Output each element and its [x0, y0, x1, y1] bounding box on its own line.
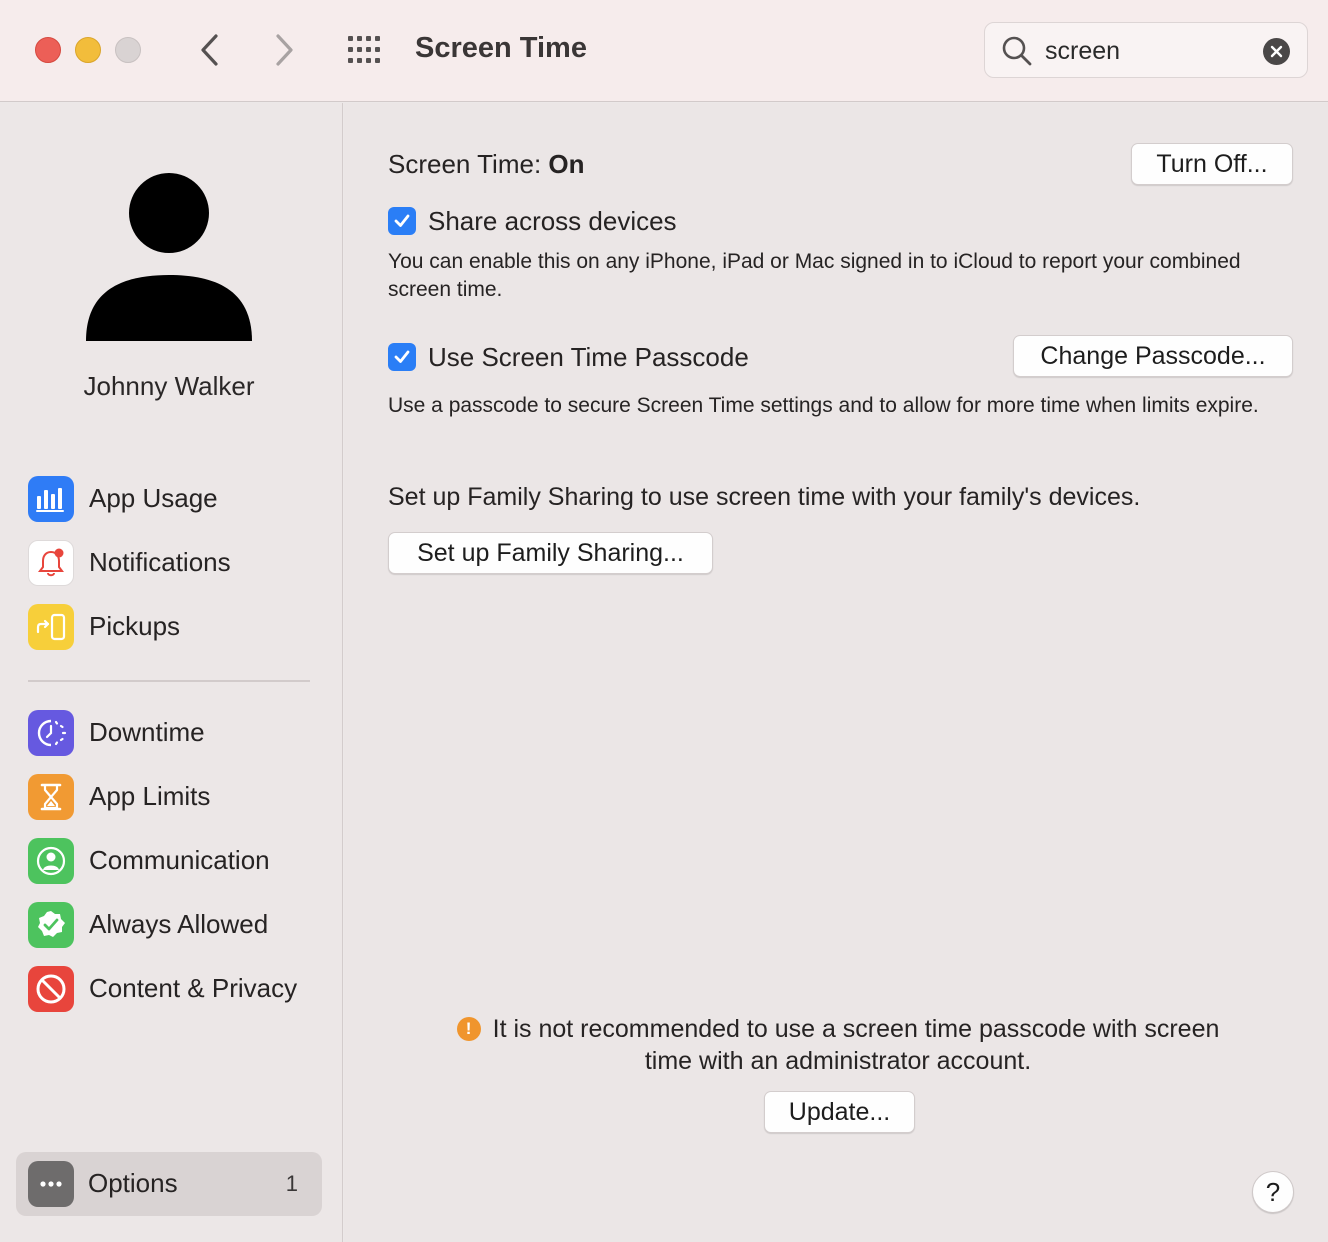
ellipsis-icon	[28, 1161, 74, 1207]
checkmark-icon	[394, 214, 410, 227]
sidebar-item-app-limits[interactable]: App Limits	[28, 772, 328, 824]
sidebar-item-label: Downtime	[89, 717, 205, 747]
hourglass-icon	[28, 774, 74, 820]
sidebar-item-label: Always Allowed	[89, 909, 269, 939]
chevron-right-icon	[276, 34, 293, 66]
change-passcode-button[interactable]: Change Passcode...	[1013, 335, 1293, 377]
sidebar-item-label: Options	[88, 1168, 178, 1198]
sidebar-item-always-allowed[interactable]: Always Allowed	[28, 900, 328, 952]
sidebar-item-label: Communication	[89, 845, 270, 875]
clear-icon	[1270, 45, 1283, 58]
setup-family-sharing-button[interactable]: Set up Family Sharing...	[388, 532, 713, 574]
use-passcode-label: Use Screen Time Passcode	[428, 342, 749, 372]
sidebar: Johnny Walker App Usage Notifications Pi…	[0, 103, 343, 1242]
sidebar-item-label: Notifications	[89, 547, 231, 577]
warning-line-1: It is not recommended to use a screen ti…	[492, 1015, 1220, 1043]
sidebar-item-label: App Limits	[89, 781, 211, 811]
share-across-devices-label: Share across devices	[428, 206, 677, 236]
grid-icon	[348, 36, 380, 63]
sidebar-item-downtime[interactable]: Downtime	[28, 708, 328, 760]
show-all-button[interactable]	[346, 34, 386, 66]
share-across-devices-checkbox[interactable]	[388, 207, 416, 235]
sidebar-item-label: App Usage	[89, 483, 218, 513]
sidebar-item-options[interactable]: Options 1	[16, 1152, 322, 1216]
user-name: Johnny Walker	[83, 371, 255, 401]
status-value: On	[548, 149, 585, 179]
sidebar-item-label: Pickups	[89, 611, 181, 641]
sidebar-divider	[28, 680, 310, 682]
back-button[interactable]	[192, 30, 228, 70]
window-title: Screen Time	[415, 32, 587, 64]
checkmark-seal-icon	[28, 902, 74, 948]
sidebar-item-notifications[interactable]: Notifications	[28, 538, 328, 590]
share-description: You can enable this on any iPhone, iPad …	[388, 250, 1241, 301]
search-icon	[1002, 36, 1032, 66]
minimize-window-button[interactable]	[75, 37, 101, 63]
status-prefix: Screen Time:	[388, 149, 542, 179]
sidebar-item-app-usage[interactable]: App Usage	[28, 474, 328, 526]
forward-button[interactable]	[266, 30, 302, 70]
user-avatar-icon	[86, 173, 252, 341]
update-button[interactable]: Update...	[764, 1091, 915, 1133]
checkmark-icon	[394, 350, 410, 363]
clear-search-button[interactable]	[1263, 38, 1290, 65]
no-entry-icon	[28, 966, 74, 1012]
downtime-icon	[28, 710, 74, 756]
main-panel: Screen Time: On Turn Off... Share across…	[344, 103, 1328, 1242]
screen-time-status: Screen Time: On	[388, 149, 585, 180]
title-bar: Screen Time	[0, 0, 1328, 102]
bar-chart-icon	[28, 476, 74, 522]
person-circle-icon	[28, 838, 74, 884]
zoom-window-button[interactable]	[115, 37, 141, 63]
passcode-description: Use a passcode to secure Screen Time set…	[388, 394, 1259, 417]
sidebar-item-content-privacy[interactable]: Content & Privacy	[28, 964, 328, 1016]
use-passcode-checkbox[interactable]	[388, 343, 416, 371]
bell-icon	[28, 540, 74, 586]
search-input[interactable]	[1045, 33, 1255, 69]
sidebar-item-label: Content & Privacy	[89, 973, 298, 1003]
options-badge: 1	[285, 1171, 298, 1196]
pickup-phone-icon	[28, 604, 74, 650]
admin-warning: ! It is not recommended to use a screen t…	[388, 1013, 1288, 1077]
help-button[interactable]: ?	[1252, 1171, 1294, 1213]
warning-icon: !	[456, 1017, 481, 1041]
warning-line-2: time with an administrator account.	[644, 1047, 1032, 1075]
search-field[interactable]	[984, 22, 1308, 78]
sidebar-item-pickups[interactable]: Pickups	[28, 602, 328, 654]
sidebar-item-communication[interactable]: Communication	[28, 836, 328, 888]
chevron-left-icon	[201, 34, 218, 66]
turn-off-button[interactable]: Turn Off...	[1131, 143, 1293, 185]
close-window-button[interactable]	[35, 37, 61, 63]
family-sharing-text: Set up Family Sharing to use screen time…	[388, 483, 1141, 511]
